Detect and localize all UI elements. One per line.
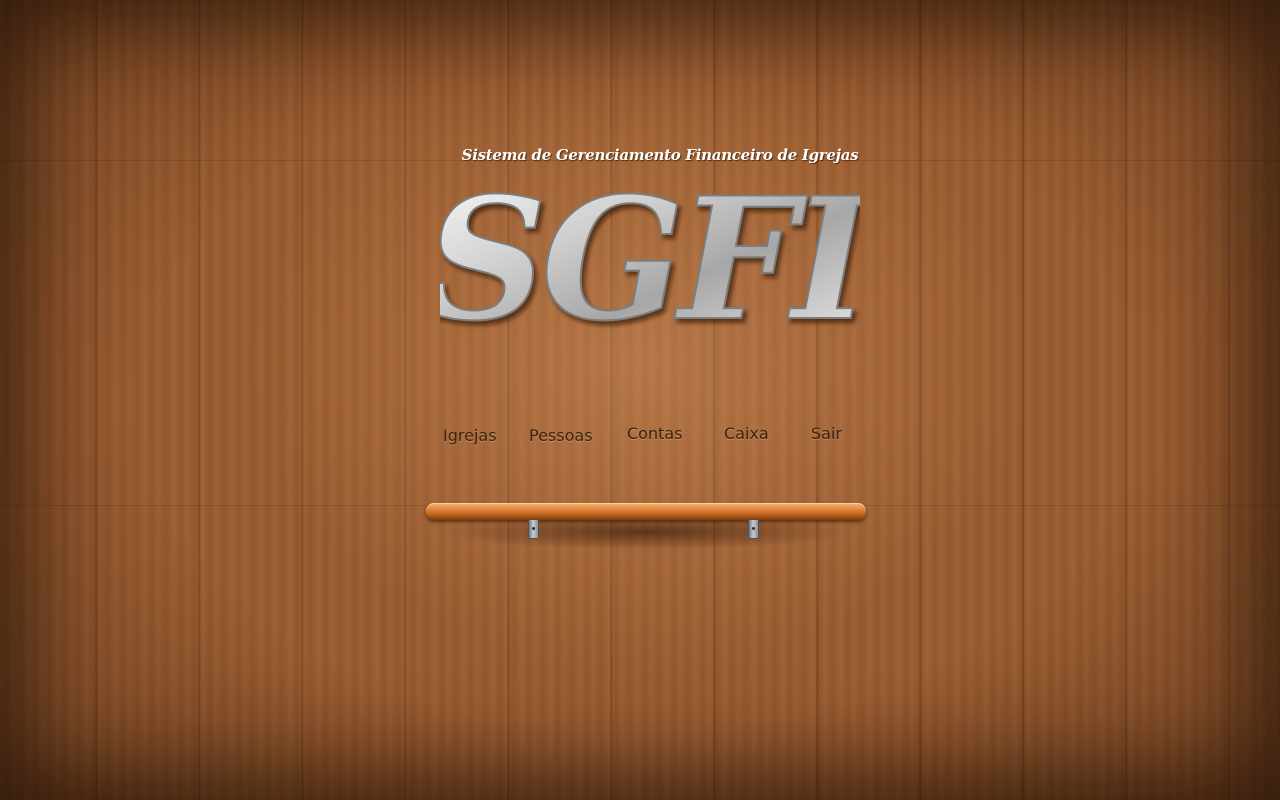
- shelf-bracket-left: [528, 520, 539, 539]
- app-logo: SGFI: [440, 150, 860, 380]
- logo-text: SGFI: [440, 160, 860, 358]
- shelf-bracket-right: [748, 520, 759, 539]
- main-nav: Igrejas Pessoas Contas Caixa Sair: [0, 422, 1280, 448]
- nav-contas[interactable]: Contas: [627, 424, 683, 443]
- wooden-shelf: [426, 503, 866, 520]
- vignette: [0, 0, 1280, 800]
- nav-igrejas[interactable]: Igrejas: [443, 426, 497, 445]
- nav-sair[interactable]: Sair: [811, 424, 842, 443]
- nav-pessoas[interactable]: Pessoas: [529, 426, 593, 445]
- nav-caixa[interactable]: Caixa: [724, 424, 769, 443]
